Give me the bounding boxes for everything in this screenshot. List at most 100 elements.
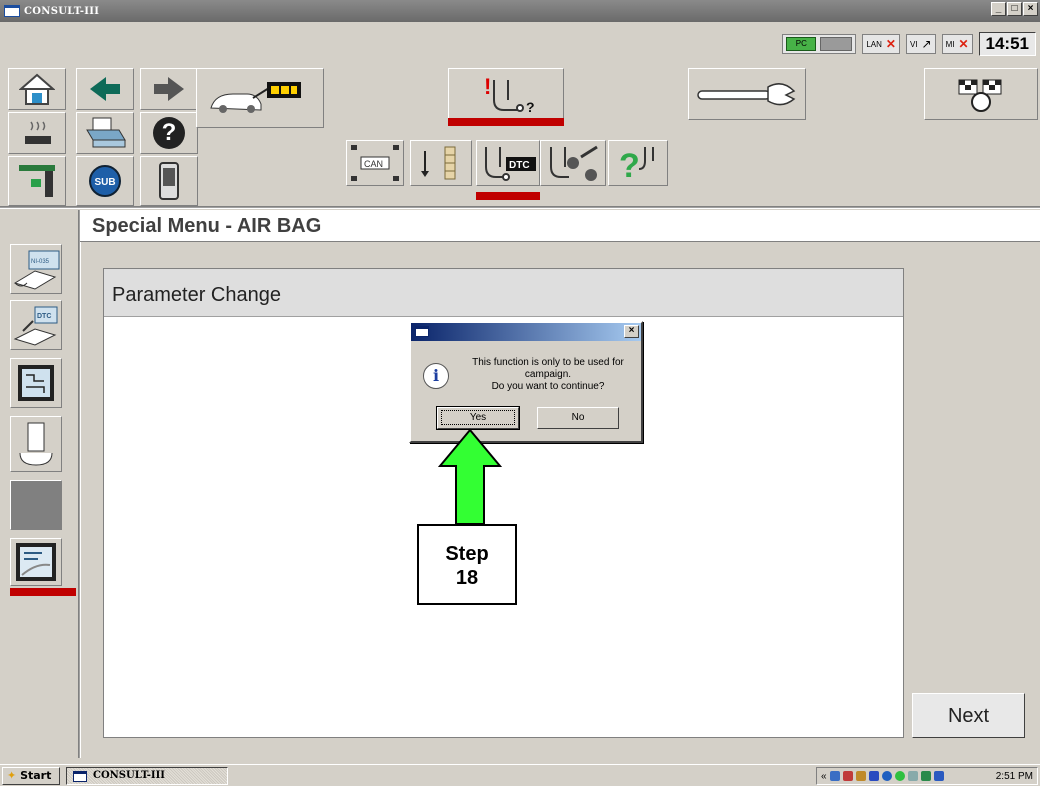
- dialog-window-icon: [415, 326, 429, 337]
- back-button[interactable]: [76, 68, 134, 110]
- svg-text:NI-035: NI-035: [31, 259, 50, 265]
- window-title-bar: CONSULT-III _ □ ×: [0, 0, 1040, 22]
- dialog-message-line3: Do you want to continue?: [491, 381, 605, 392]
- forward-button[interactable]: [140, 68, 198, 110]
- dtc-active-indicator: [476, 192, 540, 200]
- status-green-icon[interactable]: [894, 771, 905, 781]
- sidebar-select-system[interactable]: NI-035: [10, 244, 62, 294]
- can-bus-icon: CAN: [351, 145, 399, 181]
- heater-button[interactable]: [8, 112, 66, 154]
- can-diagnosis-button[interactable]: CAN: [346, 140, 404, 186]
- taskbar: ✦ Start CONSULT-III « 2:51 PM: [0, 764, 1040, 786]
- taskbar-item-consult[interactable]: CONSULT-III: [66, 767, 228, 785]
- help-icon: ?: [153, 117, 185, 149]
- vi-connected-icon: ↗: [921, 37, 932, 51]
- battery-tray-icon[interactable]: [920, 771, 931, 781]
- back-arrow-icon: [90, 77, 120, 101]
- system-tray: « 2:51 PM: [816, 767, 1038, 785]
- handheld-device-icon: [159, 162, 179, 200]
- display-tray-icon[interactable]: [933, 771, 944, 781]
- consult-app-window: CONSULT-III _ □ × PC LAN ✕ VI ↗ MI ✕ 14:…: [0, 0, 1040, 786]
- special-function-icon: [16, 543, 56, 581]
- tray-expand-chevron[interactable]: «: [821, 771, 827, 782]
- step-word: Step: [445, 543, 489, 565]
- checkered-flag-icon: [958, 79, 1002, 112]
- taskbar-clock[interactable]: 2:51 PM: [996, 771, 1037, 782]
- sub-button[interactable]: SUB: [76, 156, 134, 206]
- work-support-button[interactable]: [688, 68, 806, 120]
- dialog-close-button[interactable]: ×: [624, 325, 639, 338]
- sidebar-dtc[interactable]: DTC: [10, 300, 62, 350]
- svg-text:DTC: DTC: [37, 313, 51, 320]
- dtc-button[interactable]: DTC: [476, 140, 540, 186]
- no-button[interactable]: No: [537, 407, 619, 429]
- close-button[interactable]: ×: [1023, 2, 1038, 16]
- sidebar-separator: [78, 210, 81, 758]
- guide-button[interactable]: ?: [608, 140, 668, 186]
- security-icon[interactable]: [842, 771, 853, 781]
- printer-icon: [86, 117, 126, 148]
- step-callout: Step 18: [417, 524, 517, 605]
- vi-label: VI: [909, 39, 918, 49]
- lan-label: LAN: [866, 39, 882, 49]
- diagnosis-button[interactable]: !?: [448, 68, 564, 120]
- active-test-icon: [550, 145, 598, 181]
- green-arrow-icon: [438, 428, 502, 525]
- mi-label: MI: [945, 39, 955, 49]
- monitor-screen-icon: [18, 365, 54, 401]
- dialog-message-line1: This function is only to be used for: [472, 357, 624, 368]
- dtc-stethoscope-icon: DTC: [485, 147, 536, 181]
- device-button[interactable]: [140, 156, 198, 206]
- svg-text:DTC: DTC: [509, 160, 530, 171]
- mi-status: MI ✕: [941, 34, 973, 54]
- vehicle-selection-button[interactable]: [196, 68, 324, 128]
- battery-icon: [820, 37, 853, 51]
- connector-button[interactable]: [8, 156, 66, 206]
- ecu-unit-icon: NI-035: [13, 250, 60, 290]
- bluetooth-icon[interactable]: [881, 771, 892, 781]
- active-test-button[interactable]: [540, 140, 606, 186]
- window-title: CONSULT-III: [24, 5, 100, 17]
- connector-icon: [19, 165, 55, 197]
- svg-text:?: ?: [619, 147, 640, 183]
- help-button[interactable]: ?: [140, 112, 198, 154]
- start-button[interactable]: ✦ Start: [2, 767, 60, 785]
- update-icon[interactable]: [855, 771, 866, 781]
- panel-title: Parameter Change: [112, 284, 281, 306]
- wireless-icon[interactable]: [907, 771, 918, 781]
- windows-logo-icon: ✦: [7, 769, 17, 782]
- info-icon: i: [423, 363, 449, 389]
- app-window-icon: [4, 5, 20, 17]
- pc-icon: PC: [786, 37, 817, 51]
- confirm-dialog: × i This function is only to be used for…: [409, 321, 643, 443]
- home-button[interactable]: [8, 68, 66, 110]
- seat-module-icon: [19, 422, 53, 466]
- sidebar-active-indicator: [10, 588, 76, 596]
- race-flag-button[interactable]: [924, 68, 1038, 120]
- toolbar-separator: [0, 206, 1040, 209]
- vi-status: VI ↗: [905, 34, 936, 54]
- monitor-icon[interactable]: [868, 771, 879, 781]
- wrench-icon: [697, 83, 796, 106]
- maximize-button[interactable]: □: [1007, 2, 1022, 16]
- print-button[interactable]: [76, 112, 134, 154]
- sidebar-blank[interactable]: [10, 480, 62, 530]
- forward-arrow-icon: [154, 77, 184, 101]
- data-monitor-button[interactable]: [410, 140, 472, 186]
- step-number: 18: [455, 567, 479, 589]
- status-strip: PC LAN ✕ VI ↗ MI ✕ 14:51: [782, 28, 1036, 60]
- network-icon[interactable]: [829, 771, 840, 781]
- pc-connection-status: PC: [782, 34, 857, 54]
- sidebar-special-menu[interactable]: [10, 538, 62, 586]
- yes-button-label: Yes: [440, 410, 516, 425]
- yes-button[interactable]: Yes: [436, 406, 520, 430]
- sidebar-data-monitor[interactable]: [10, 358, 62, 408]
- next-button[interactable]: Next: [912, 693, 1025, 738]
- lan-disconnected-icon: ✕: [885, 37, 896, 51]
- svg-text:!: !: [484, 74, 491, 99]
- page-title: Special Menu - AIR BAG: [92, 215, 322, 237]
- minimize-button[interactable]: _: [991, 2, 1006, 16]
- data-monitor-icon: [421, 146, 456, 180]
- sidebar-ecu-part[interactable]: [10, 416, 62, 472]
- lan-status: LAN ✕: [862, 34, 900, 54]
